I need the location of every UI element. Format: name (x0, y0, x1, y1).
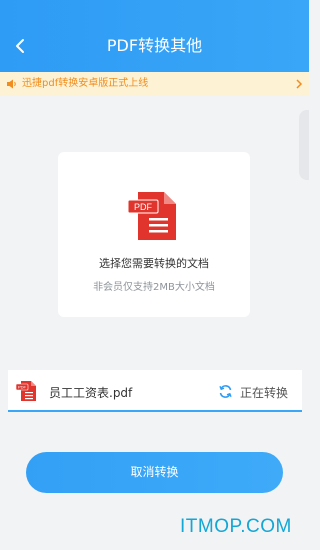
refresh-icon (219, 385, 232, 398)
page-title: PDF转换其他 (106, 36, 203, 55)
file-picker-card[interactable]: PDF 选择您需要转换的文档 非会员仅支持2MB大小文档 (58, 152, 250, 317)
conversion-status: 正在转换 (240, 386, 289, 400)
notice-bar[interactable]: 迅捷pdf转换安卓版正式上线 (0, 72, 309, 96)
pdf-badge-text: PDF (18, 385, 27, 390)
side-handle (299, 110, 309, 180)
picker-subtitle: 非会员仅支持2MB大小文档 (93, 282, 215, 293)
cancel-conversion-button[interactable]: 取消转换 (26, 452, 283, 493)
pdf-file-icon: PDF (128, 192, 176, 240)
pdf-badge-text: PDF (134, 202, 153, 212)
file-list-item[interactable]: PDF 员工工资表.pdf 正在转换 (8, 370, 302, 412)
speaker-icon (7, 79, 16, 89)
watermark: ITMOP.COM (180, 516, 292, 537)
chevron-right-icon (296, 79, 303, 89)
pdf-file-icon: PDF (16, 381, 36, 401)
picker-title: 选择您需要转换的文档 (99, 257, 209, 270)
app-header: PDF转换其他 (0, 0, 309, 72)
file-name: 员工工资表.pdf (49, 386, 133, 400)
notice-text: 迅捷pdf转换安卓版正式上线 (22, 78, 149, 89)
